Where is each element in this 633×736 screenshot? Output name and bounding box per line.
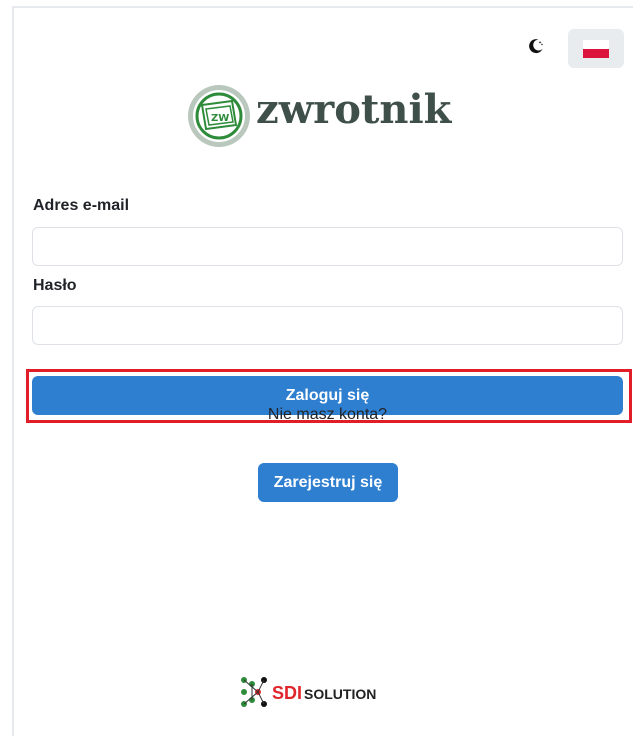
sdi-solution-logo: SDI SOLUTION (241, 677, 376, 707)
password-label: Hasło (33, 277, 77, 294)
no-account-text: Nie masz konta? (267, 406, 388, 423)
sdi-text: SDI (272, 683, 302, 703)
moon-icon (529, 39, 543, 54)
poland-flag-icon (583, 39, 609, 58)
email-label: Adres e-mail (33, 197, 130, 214)
password-input[interactable] (32, 306, 623, 345)
logo-emblem-text: ZW (211, 113, 229, 124)
molecule-icon (241, 677, 267, 707)
theme-toggle-button[interactable] (526, 36, 546, 56)
solution-text: SOLUTION (304, 686, 376, 702)
register-button[interactable]: Zarejestruj się (258, 463, 398, 502)
logo-wordmark: zwrotnik (256, 86, 452, 133)
email-input[interactable] (32, 227, 623, 266)
language-switcher-button[interactable] (568, 29, 624, 68)
